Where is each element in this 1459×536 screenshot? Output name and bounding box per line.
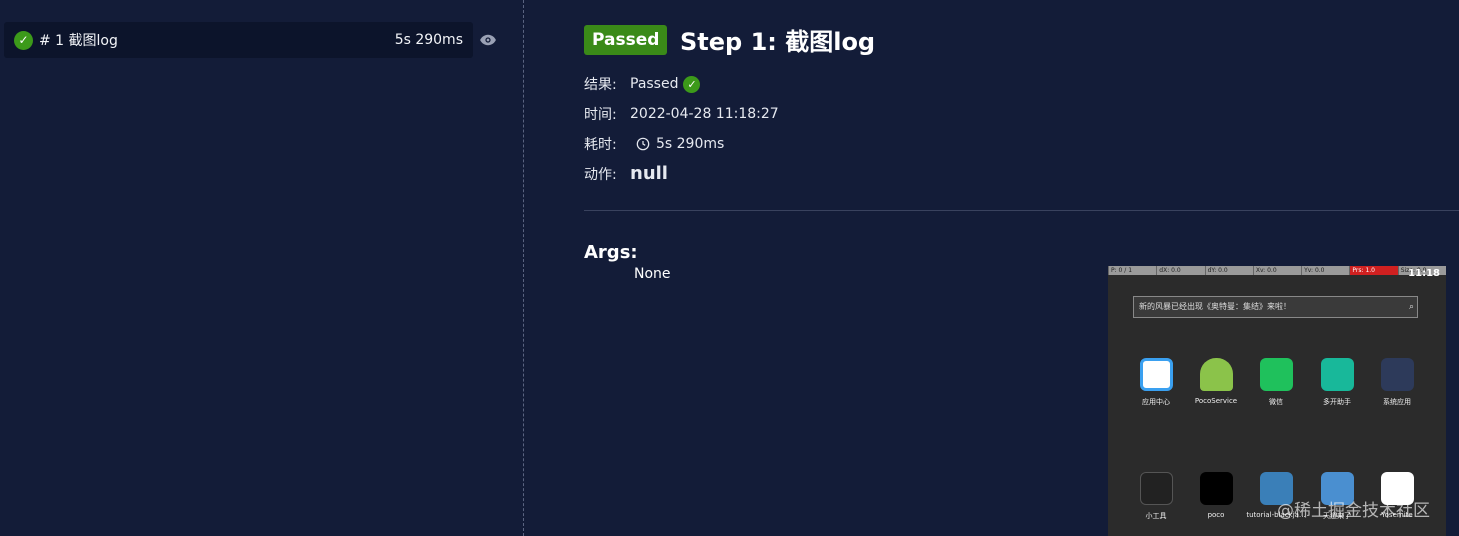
unity-icon	[1199, 472, 1233, 505]
pointer-location-bar: P: 0 / 1 dX: 0.0 dY: 0.0 Xv: 0.0 Yv: 0.0…	[1108, 266, 1446, 275]
action-value: null	[630, 163, 668, 184]
app-label: 应用中心	[1142, 398, 1170, 406]
status-field: dY: 0.0	[1204, 266, 1253, 275]
step-label: # 1 截图log	[39, 33, 118, 49]
app-icon: 微信	[1246, 358, 1306, 407]
step-list: ✓ # 1 截图log 5s 290ms	[0, 0, 523, 536]
duration-label: 耗时:	[584, 137, 617, 153]
status-field: P: 0 / 1	[1108, 266, 1156, 275]
search-icon: ⌕	[1408, 302, 1414, 312]
app-label: 小工具	[1145, 512, 1167, 520]
status-field: Prs: 1.0	[1349, 266, 1398, 275]
eye-icon[interactable]	[479, 31, 497, 49]
time-row: 时间: 2022-04-28 11:18:27	[584, 104, 779, 124]
tools-folder-icon	[1139, 472, 1173, 505]
multi-open-icon	[1320, 358, 1354, 391]
result-row: 结果: Passed ✓	[584, 74, 701, 94]
duration-value: 5s 290ms	[656, 136, 725, 152]
app-label: PocoService	[1194, 397, 1238, 405]
page-title: Step 1: 截图log	[680, 28, 876, 56]
phone-search-text: 新的风暴已经出现《奥特曼：集结》来啦！	[1139, 302, 1291, 311]
app-icon: 应用中心	[1126, 358, 1186, 407]
step-duration: 5s 290ms	[394, 32, 463, 48]
app-icon: 多开助手	[1307, 358, 1367, 407]
phone-clock: 11:18	[1408, 268, 1440, 279]
app-icon: 系统应用	[1367, 358, 1427, 407]
clock-icon	[636, 137, 650, 151]
status-field: Xv: 0.0	[1252, 266, 1301, 275]
args-title: Args:	[584, 242, 638, 263]
status-field: Yv: 0.0	[1301, 266, 1349, 275]
time-value: 2022-04-28 11:18:27	[630, 106, 779, 122]
divider-line	[584, 210, 1459, 211]
watermark: @稀土掘金技术社区	[1277, 501, 1430, 521]
system-apps-icon	[1380, 358, 1414, 391]
action-row: 动作: null	[584, 163, 668, 184]
app-label: 多开助手	[1323, 398, 1351, 406]
app-icon: 小工具	[1126, 472, 1186, 521]
app-label: 微信	[1269, 398, 1283, 406]
status-field: dX: 0.0	[1156, 266, 1204, 275]
phone-search-bar: 新的风暴已经出现《奥特曼：集结》来啦！ ⌕	[1133, 296, 1418, 318]
wechat-icon	[1259, 358, 1293, 391]
action-label: 动作:	[584, 166, 617, 183]
result-label: 结果:	[584, 77, 617, 93]
duration-row: 耗时: 5s 290ms	[584, 134, 724, 154]
step-item[interactable]: ✓ # 1 截图log 5s 290ms	[4, 22, 473, 58]
check-circle-icon: ✓	[14, 30, 33, 50]
result-value: Passed	[630, 76, 679, 92]
args-value: None	[634, 266, 671, 282]
check-circle-icon: ✓	[683, 75, 701, 93]
app-store-icon	[1139, 358, 1173, 391]
android-icon	[1199, 358, 1233, 391]
app-label: poco	[1207, 511, 1225, 519]
app-label: 系统应用	[1383, 398, 1411, 406]
app-icon: PocoService	[1186, 358, 1246, 405]
status-badge: Passed	[584, 25, 668, 55]
time-label: 时间:	[584, 107, 617, 123]
app-icon: poco	[1186, 472, 1246, 519]
